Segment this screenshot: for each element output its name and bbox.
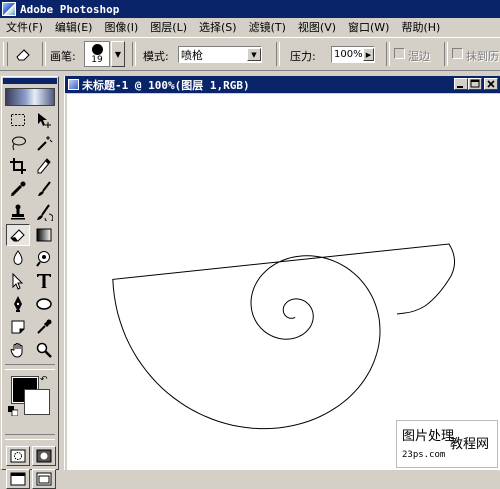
menu-layer[interactable]: 图层(L)	[144, 19, 193, 35]
document-title-bar[interactable]: 未标题-1 @ 100%(图层 1,RGB)	[65, 76, 500, 93]
mode-select[interactable]: 喷枪 ▼	[178, 46, 262, 63]
default-colors-icon[interactable]	[8, 405, 19, 417]
options-bar-grip[interactable]	[3, 42, 8, 66]
image-canvas[interactable]	[67, 94, 500, 470]
dodge-tool-icon[interactable]	[32, 247, 56, 269]
clone-stamp-tool-icon[interactable]	[6, 201, 30, 223]
mode-value: 喷枪	[181, 48, 203, 62]
brush-tool-icon[interactable]	[32, 178, 56, 200]
menu-edit[interactable]: 编辑(E)	[49, 19, 99, 35]
eraser-preset-icon[interactable]	[14, 46, 34, 62]
erase-to-history-label: 抹到历	[466, 50, 499, 63]
magic-wand-tool-icon[interactable]	[32, 132, 56, 154]
brush-label: 画笔:	[50, 50, 76, 63]
spiral-path	[112, 243, 455, 430]
brush-preview[interactable]: 19	[84, 41, 110, 67]
toolbox-panel: ↶	[1, 76, 59, 489]
minimize-icon	[457, 86, 463, 88]
healing-brush-tool-icon[interactable]	[6, 178, 30, 200]
full-screen-menu-mode-icon[interactable]	[32, 469, 56, 489]
triangle-right-icon[interactable]: ▶	[363, 48, 374, 61]
watermark-text-1: 图片处理	[402, 429, 455, 444]
crop-tool-icon[interactable]	[6, 155, 30, 177]
document-icon	[68, 79, 79, 90]
mode-label: 模式:	[143, 50, 169, 63]
maximize-icon	[470, 79, 480, 88]
menu-view[interactable]: 视图(V)	[292, 19, 342, 35]
menu-select[interactable]: 选择(S)	[193, 19, 243, 35]
menu-image[interactable]: 图像(I)	[98, 19, 144, 35]
watermark-url: 23ps.com	[402, 450, 446, 460]
move-tool-icon[interactable]	[32, 109, 56, 131]
menu-window[interactable]: 窗口(W)	[342, 19, 395, 35]
toolbox-divider	[5, 364, 55, 370]
notes-tool-icon[interactable]	[6, 316, 30, 338]
minimize-button[interactable]	[454, 78, 468, 90]
type-tool-icon[interactable]	[32, 270, 56, 292]
brush-size: 19	[91, 55, 103, 65]
app-title: Adobe Photoshop	[20, 2, 120, 16]
triangle-down-icon: ▼	[114, 49, 122, 59]
menu-filter[interactable]: 滤镜(T)	[243, 19, 292, 35]
blur-tool-icon[interactable]	[6, 247, 30, 269]
adobe-logo-icon[interactable]	[5, 88, 55, 106]
erase-to-history-checkbox[interactable]	[452, 48, 463, 59]
tool-grid	[6, 109, 58, 361]
standard-mode-icon[interactable]	[6, 446, 30, 466]
color-swatches: ↶	[6, 373, 54, 431]
watermark-text-2: 教程网	[450, 437, 490, 452]
menu-file[interactable]: 文件(F)	[0, 19, 49, 35]
quick-mask-mode-icon[interactable]	[32, 446, 56, 466]
hand-tool-icon[interactable]	[6, 339, 30, 361]
menu-bar: 文件(F) 编辑(E) 图像(I) 图层(L) 选择(S) 滤镜(T) 视图(V…	[0, 18, 500, 36]
brush-picker-button[interactable]: ▼	[111, 41, 125, 67]
toolbox-divider	[5, 434, 55, 440]
watermark-logo: 图片处理 教程网 23ps.com	[396, 420, 498, 468]
pen-tool-icon[interactable]	[6, 293, 30, 315]
mode-buttons	[6, 446, 58, 489]
spiral-shell-drawing	[112, 243, 455, 430]
gradient-tool-icon[interactable]	[32, 224, 56, 246]
brush-tip-icon	[91, 44, 103, 55]
history-brush-tool-icon[interactable]	[32, 201, 56, 223]
chevron-down-icon[interactable]: ▼	[247, 48, 261, 61]
tool-options-bar: 画笔: 19 ▼ 模式: 喷枪 ▼ 压力: 100% ▶ 湿边 抹到历	[0, 37, 500, 71]
maximize-button[interactable]	[468, 78, 482, 90]
wet-edges-checkbox[interactable]	[394, 48, 405, 59]
pressure-value: 100%	[334, 49, 363, 60]
options-separator	[42, 42, 46, 66]
app-title-bar[interactable]: Adobe Photoshop	[0, 0, 500, 18]
standard-screen-mode-icon[interactable]	[6, 469, 30, 489]
path-selection-tool-icon[interactable]	[6, 270, 30, 292]
menu-help[interactable]: 帮助(H)	[395, 19, 446, 35]
slice-tool-icon[interactable]	[32, 155, 56, 177]
options-separator	[444, 42, 448, 66]
eyedropper-tool-icon[interactable]	[32, 316, 56, 338]
close-button[interactable]	[484, 78, 498, 90]
options-separator	[386, 42, 390, 66]
zoom-tool-icon[interactable]	[32, 339, 56, 361]
options-separator	[132, 42, 136, 66]
pressure-input[interactable]: 100% ▶	[331, 46, 375, 63]
ellipse-tool-icon[interactable]	[32, 293, 56, 315]
options-separator	[276, 42, 280, 66]
background-color-swatch[interactable]	[24, 389, 50, 415]
toolbox-title-bar[interactable]	[3, 78, 57, 84]
pressure-label: 压力:	[290, 50, 316, 63]
wet-edges-label: 湿边	[408, 50, 430, 63]
document-window: 未标题-1 @ 100%(图层 1,RGB)	[64, 76, 500, 470]
lasso-tool-icon[interactable]	[6, 132, 30, 154]
marquee-tool-icon[interactable]	[6, 109, 30, 131]
photoshop-app-icon	[2, 2, 16, 16]
swap-colors-icon[interactable]: ↶	[40, 375, 48, 385]
close-icon	[487, 80, 495, 88]
document-title: 未标题-1 @ 100%(图层 1,RGB)	[82, 78, 250, 92]
eraser-tool-icon[interactable]	[6, 224, 30, 246]
